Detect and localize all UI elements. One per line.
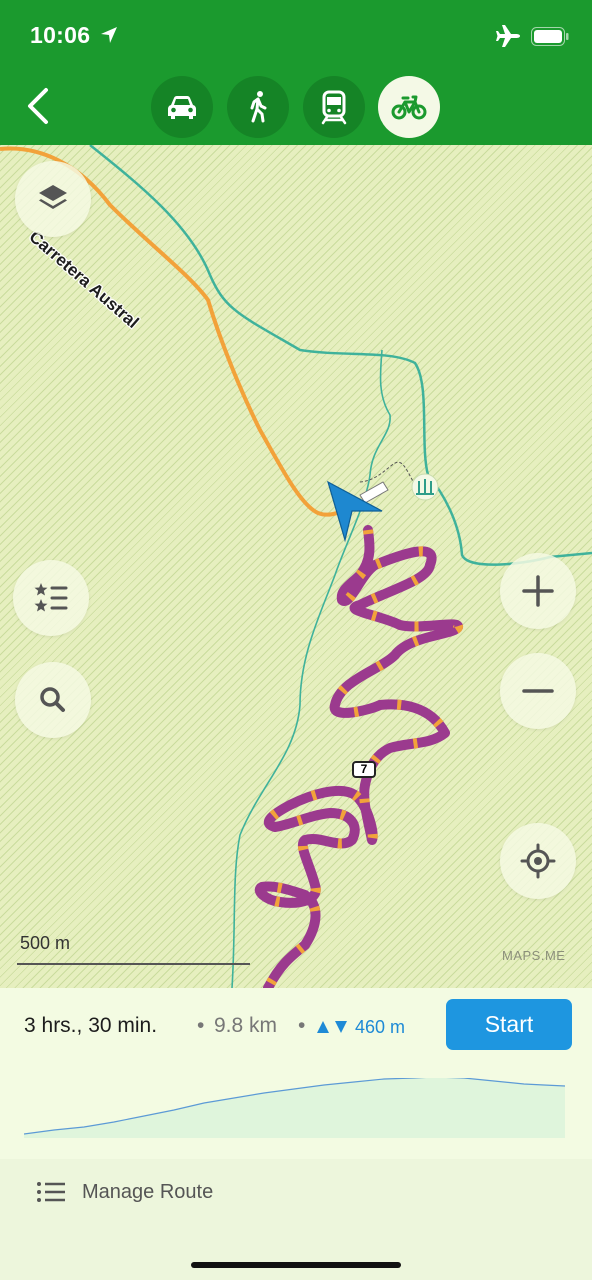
list-icon [37, 1182, 65, 1202]
scale-bar [17, 963, 250, 965]
chevron-left-icon[interactable] [22, 86, 58, 126]
start-flag [359, 481, 389, 504]
my-location-button[interactable] [500, 823, 576, 899]
bicycle-icon [391, 95, 427, 120]
scale-label: 500 m [20, 933, 71, 953]
battery-icon [531, 27, 569, 46]
home-indicator[interactable] [191, 1262, 401, 1268]
header-bar: 10:06 [0, 0, 592, 145]
search-button[interactable] [15, 662, 91, 738]
ascent-descent-icon [317, 1021, 347, 1033]
mode-walk-button[interactable] [227, 76, 289, 138]
mode-bike-button[interactable] [378, 76, 440, 138]
map-watermark: MAPS.ME [502, 948, 566, 963]
bookmarks-button[interactable] [13, 560, 89, 636]
location-arrow-icon [101, 27, 117, 43]
zoom-out-button[interactable] [500, 653, 576, 729]
mode-transit-button[interactable] [303, 76, 365, 138]
bookmarks-list-icon [34, 583, 68, 612]
zoom-in-button[interactable] [500, 553, 576, 629]
search-icon [40, 687, 65, 712]
route-line [254, 525, 464, 988]
separator-dot: • [197, 1014, 205, 1037]
manage-route-label: Manage Route [82, 1181, 214, 1203]
route-shield: 7 [352, 761, 376, 778]
status-time: 10:06 [30, 22, 91, 48]
map-view[interactable]: Carretera Austral 7 500 m MAPS.ME [0, 145, 592, 988]
minus-icon [522, 689, 554, 693]
crosshair-icon [520, 843, 556, 879]
separator-dot: • [298, 1014, 306, 1037]
route-panel: 3 hrs., 30 min. • 9.8 km • 460 m Start M… [0, 988, 592, 1280]
elevation-profile [24, 1078, 566, 1138]
route-duration: 3 hrs., 30 min. [24, 1014, 158, 1037]
train-icon [321, 90, 347, 125]
pedestrian-icon [250, 91, 267, 123]
mode-car-button[interactable] [151, 76, 213, 138]
start-button[interactable]: Start [446, 999, 572, 1050]
layers-button[interactable] [15, 161, 91, 237]
plus-icon [522, 575, 554, 607]
airplane-icon [496, 25, 520, 47]
car-icon [168, 96, 196, 119]
layers-icon [39, 185, 67, 209]
route-distance: 9.8 km [214, 1014, 278, 1037]
route-elevation: 460 m [355, 1017, 406, 1037]
